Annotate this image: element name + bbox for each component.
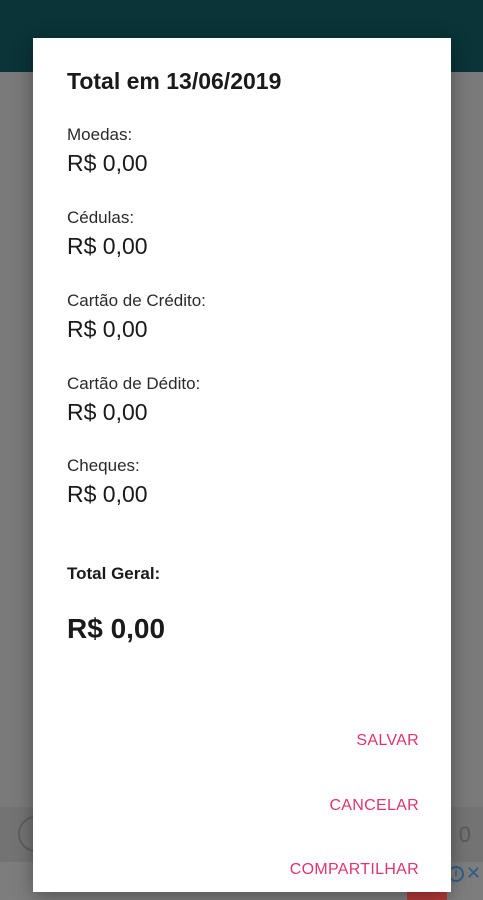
entry-label: Cédulas: — [67, 208, 135, 227]
cancel-button[interactable]: CANCELAR — [329, 789, 419, 823]
entry-label: Cartão de Dédito: — [67, 374, 201, 393]
entry-cedulas: Cédulas: R$ 0,00 — [67, 207, 148, 261]
entry-value: R$ 0,00 — [67, 481, 148, 507]
entry-cartao-debito: Cartão de Dédito: R$ 0,00 — [67, 373, 200, 427]
totals-dialog: Total em 13/06/2019 Moedas: R$ 0,00 Cédu… — [33, 38, 451, 892]
entry-label: Cartão de Crédito: — [67, 291, 206, 310]
dialog-title: Total em 13/06/2019 — [67, 68, 282, 94]
entry-value: R$ 0,00 — [67, 233, 148, 259]
ad-close-icon[interactable]: ✕ — [466, 862, 481, 884]
entry-value: R$ 0,00 — [67, 316, 148, 342]
entry-label: Cheques: — [67, 456, 140, 475]
entry-value: R$ 0,00 — [67, 150, 148, 176]
save-button[interactable]: SALVAR — [356, 724, 419, 758]
bottom-right-text: 0 — [458, 822, 471, 847]
entry-cheques: Cheques: R$ 0,00 — [67, 455, 148, 509]
entry-label: Moedas: — [67, 125, 133, 144]
share-button[interactable]: COMPARTILHAR — [290, 853, 419, 887]
total-geral-label: Total Geral: — [67, 564, 161, 583]
entry-cartao-credito: Cartão de Crédito: R$ 0,00 — [67, 290, 206, 344]
entry-moedas: Moedas: R$ 0,00 — [67, 124, 148, 178]
total-geral-value: R$ 0,00 — [67, 613, 166, 644]
entry-value: R$ 0,00 — [67, 399, 148, 425]
